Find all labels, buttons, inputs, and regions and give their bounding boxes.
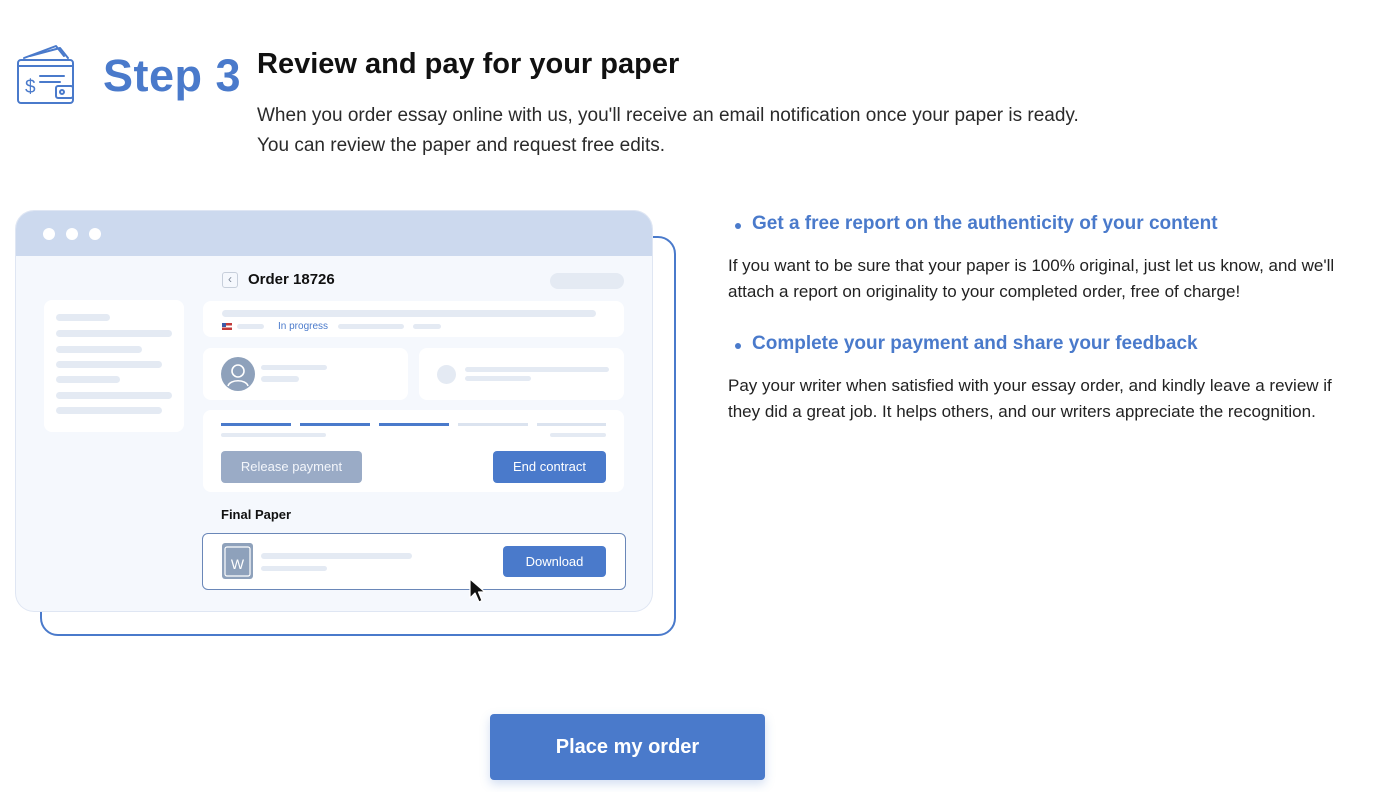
step-label: Step 3 bbox=[103, 50, 242, 101]
feature-body-payment: Pay your writer when satisfied with your… bbox=[728, 376, 1332, 421]
place-order-button[interactable]: Place my order bbox=[490, 714, 765, 780]
feature-body-authenticity: If you want to be sure that your paper i… bbox=[728, 256, 1335, 301]
back-icon[interactable]: ‹ bbox=[222, 272, 238, 288]
progress-step bbox=[379, 423, 449, 426]
mockup-window: ‹ Order 18726 In progress Release paymen… bbox=[16, 211, 652, 611]
final-paper-label: Final Paper bbox=[221, 507, 292, 522]
svg-text:W: W bbox=[231, 556, 245, 572]
progress-step bbox=[221, 423, 291, 426]
avatar bbox=[221, 357, 255, 391]
bullet-dot bbox=[735, 343, 741, 349]
progress-step bbox=[537, 423, 606, 426]
wallet-icon: $ bbox=[16, 44, 76, 106]
download-button[interactable]: Download bbox=[503, 546, 606, 577]
feature-title-payment: Complete your payment and share your fee… bbox=[752, 333, 1198, 354]
step-description: When you order essay online with us, you… bbox=[257, 105, 1079, 156]
progress-step bbox=[300, 423, 370, 426]
window-dot bbox=[43, 228, 55, 240]
step-title: Review and pay for your paper bbox=[257, 48, 680, 80]
window-titlebar bbox=[16, 211, 652, 256]
window-dot bbox=[89, 228, 101, 240]
release-payment-button[interactable]: Release payment bbox=[221, 451, 362, 483]
sidebar-skeleton bbox=[44, 300, 184, 432]
window-dot bbox=[66, 228, 78, 240]
status-skeleton bbox=[222, 310, 596, 317]
svg-text:$: $ bbox=[25, 77, 36, 98]
bullet-dot bbox=[735, 223, 741, 229]
end-contract-button[interactable]: End contract bbox=[493, 451, 606, 483]
status-card bbox=[203, 301, 624, 337]
status-badge: In progress bbox=[278, 321, 329, 332]
word-document-icon: W bbox=[222, 543, 253, 579]
progress-step bbox=[458, 423, 528, 426]
cursor-icon bbox=[468, 577, 490, 605]
feature-title-authenticity: Get a free report on the authenticity of… bbox=[752, 213, 1218, 234]
order-title: Order 18726 bbox=[248, 271, 335, 288]
us-flag-icon bbox=[222, 323, 232, 330]
header-skeleton bbox=[550, 273, 624, 289]
